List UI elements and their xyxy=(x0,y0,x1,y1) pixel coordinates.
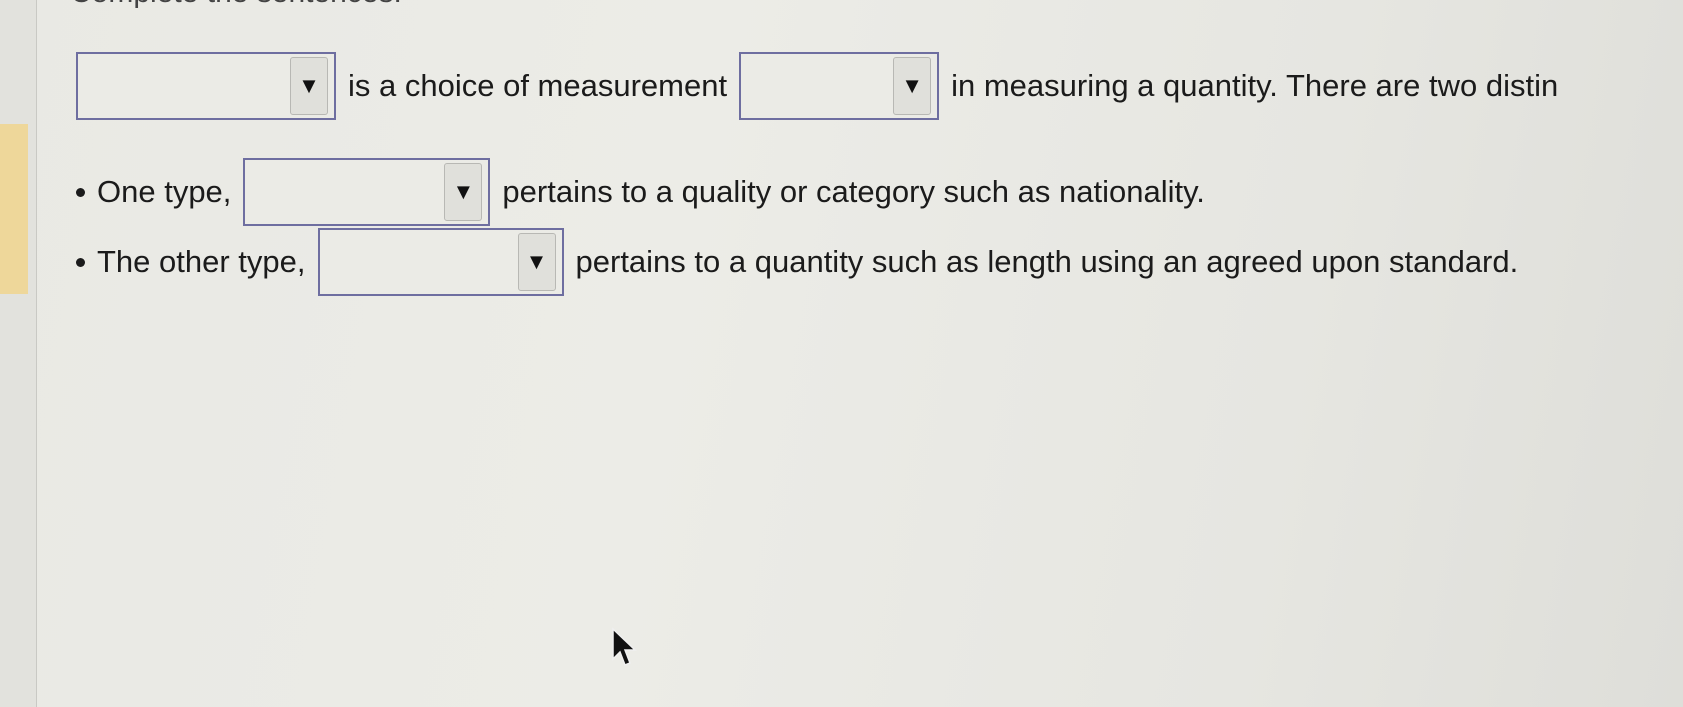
sentence-1-middle: is a choice of measurement xyxy=(348,68,728,103)
page-left-border xyxy=(0,0,37,707)
bullet-icon xyxy=(76,187,85,197)
chevron-down-icon[interactable]: ▼ xyxy=(893,57,932,115)
bullet-icon xyxy=(76,257,85,267)
sentence-1: ▼ is a choice of measurement ▼ in measur… xyxy=(76,52,1558,120)
chevron-down-icon[interactable]: ▼ xyxy=(290,57,328,115)
accent-strip xyxy=(0,124,28,294)
bullet-2-suffix: pertains to a quantity such as length us… xyxy=(575,244,1519,279)
dropdown-4[interactable]: ▼ xyxy=(317,228,564,296)
mouse-cursor-icon xyxy=(612,627,637,666)
bullet-1-suffix: pertains to a quality or category such a… xyxy=(502,174,1205,209)
bullet-item-2: The other type, ▼ pertains to a quantity… xyxy=(76,228,1518,296)
chevron-down-icon[interactable]: ▼ xyxy=(444,163,483,221)
instruction-text: Complete the sentences. xyxy=(70,0,402,10)
chevron-down-icon[interactable]: ▼ xyxy=(517,233,556,291)
dropdown-3[interactable]: ▼ xyxy=(243,158,491,226)
bullet-2-prefix: The other type, xyxy=(97,244,306,279)
sentence-1-end: in measuring a quantity. There are two d… xyxy=(951,68,1559,103)
dropdown-2[interactable]: ▼ xyxy=(739,52,940,120)
bullet-1-prefix: One type, xyxy=(97,174,232,209)
dropdown-1[interactable]: ▼ xyxy=(76,52,336,120)
bullet-item-1: One type, ▼ pertains to a quality or cat… xyxy=(76,158,1205,226)
